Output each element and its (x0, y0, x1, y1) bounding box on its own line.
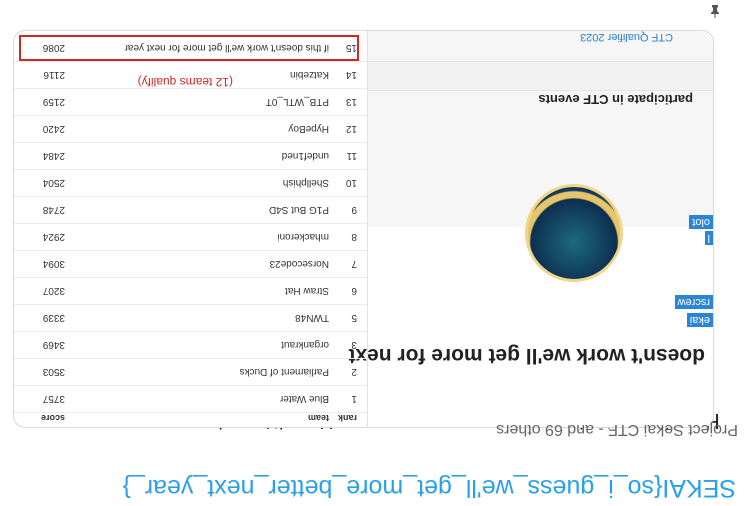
scoreboard: rank team score 1 Blue Water 3757 2 Parl… (14, 31, 367, 427)
row-rank: 7 (351, 258, 357, 269)
qualify-note: (12 teams qualify) (137, 75, 233, 89)
team-avatar (525, 184, 623, 282)
row-score: 2116 (43, 69, 65, 80)
site-title: doesn't work we'll get more for next (348, 344, 705, 367)
row-team: HypeBoy (288, 123, 329, 134)
table-row: 3 organkraut 3469 (14, 331, 367, 359)
top-fragment-text: Project Sekai CTF - and 69 others (496, 421, 738, 438)
row-rank: 9 (351, 204, 357, 215)
table-row: 8 mhackeroni 2924 (14, 223, 367, 251)
row-rank: 3 (351, 339, 357, 350)
row-score: 3503 (42, 366, 65, 377)
row-team: mhackeroni (277, 231, 329, 242)
tag-2: rscrew (674, 295, 713, 309)
table-row: 5 TWN48 3339 (14, 304, 367, 332)
screenshot-scene: How it started: How it's going: doesn't … (0, 0, 744, 478)
row-score: 2484 (42, 150, 65, 161)
row-rank: 5 (351, 312, 357, 323)
pin-icon (711, 5, 719, 18)
row-team: Blue Water (279, 393, 329, 404)
row-team: Katzebin (290, 69, 329, 80)
row-score: 2924 (42, 231, 65, 242)
row-team: organkraut (281, 339, 329, 350)
flag-text: SEKAI{so_i_guess_we'll_get_more_better_n… (122, 474, 736, 502)
row-score: 2159 (42, 96, 65, 107)
tag-4: l (704, 231, 713, 245)
table-row: 7 Norsecode23 3094 (14, 250, 367, 278)
table-row: 1 Blue Water 3757 (14, 385, 367, 413)
site-nav-bar (368, 61, 713, 91)
table-row: 10 Shellphish 2504 (14, 169, 367, 197)
row-rank: 10 (345, 177, 357, 188)
panel-divider (367, 31, 368, 427)
row-rank: 1 (351, 393, 357, 404)
row-score: 2748 (42, 204, 65, 215)
row-team: P1G But S4D (268, 204, 329, 215)
row-team: TWN48 (295, 312, 329, 323)
row-team: Shellphish (282, 177, 329, 188)
header-team: team (307, 413, 329, 423)
row-score: 3094 (42, 258, 65, 269)
row-rank: 2 (351, 366, 357, 377)
table-row: 13 PTB_WTL_0T 2159 (14, 88, 367, 116)
row-rank: 14 (345, 69, 357, 80)
table-row: 11 undef1ned 2484 (14, 142, 367, 170)
table-row: 12 HypeBoy 2420 (14, 115, 367, 143)
row-team: Norsecode23 (269, 258, 329, 269)
row-score: 3469 (42, 339, 65, 350)
row-score: 2504 (42, 177, 65, 188)
row-rank: 6 (351, 285, 357, 296)
row-rank: 8 (351, 231, 357, 242)
site-heading: participate in CTF events (538, 92, 693, 107)
row-team: Straw Hat (285, 285, 329, 296)
row-team: undef1ned (281, 150, 329, 161)
row-score: 3339 (42, 312, 65, 323)
row-rank: 13 (345, 96, 357, 107)
table-row: 6 Straw Hat 3207 (14, 277, 367, 305)
table-row: 2 Parliament of Ducks 3503 (14, 358, 367, 386)
row-score: 3207 (42, 285, 65, 296)
row-rank: 12 (345, 123, 357, 134)
header-score: score (40, 413, 65, 423)
comparison-card: doesn't work we'll get more for next eka… (13, 30, 714, 428)
tag-3: olot (689, 215, 713, 229)
row-team: Parliament of Ducks (239, 366, 329, 377)
site-link[interactable]: CTF Qualifier 2023 (580, 31, 673, 43)
tag-1: ekai (686, 313, 713, 327)
row-rank: 11 (346, 150, 357, 161)
row-team: PTB_WTL_0T (265, 96, 329, 107)
header-rank: rank (337, 413, 357, 423)
row-score: 2420 (42, 123, 65, 134)
row-score: 3757 (42, 393, 65, 404)
table-row: 9 P1G But S4D 2748 (14, 196, 367, 224)
highlight-box (19, 35, 359, 61)
